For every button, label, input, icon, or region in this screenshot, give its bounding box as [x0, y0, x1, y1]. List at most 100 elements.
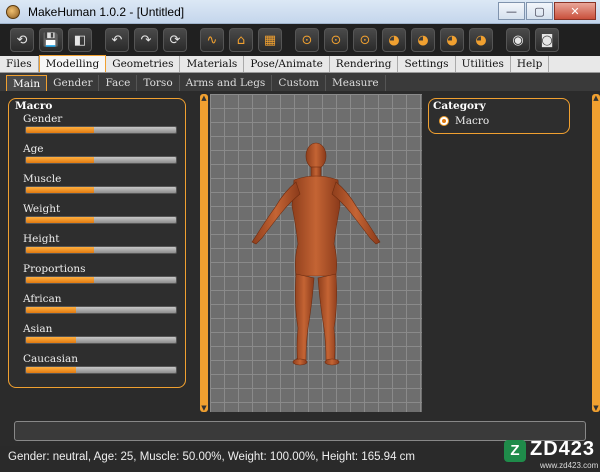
tab-settings[interactable]: Settings [398, 56, 456, 72]
category-label: Macro [455, 115, 490, 127]
tab-geometries[interactable]: Geometries [106, 56, 181, 72]
slider-muscle: Muscle [23, 173, 185, 203]
tab-pose-animate[interactable]: Pose/Animate [244, 56, 330, 72]
slider-track[interactable] [25, 126, 177, 134]
grid-icon: ◉ [512, 32, 524, 48]
subtab-face[interactable]: Face [99, 75, 138, 91]
category-panel: Category Macro [428, 98, 570, 134]
reset-button[interactable]: ⟳ [163, 28, 187, 52]
slider-label: Weight [23, 203, 61, 215]
save-icon: 💾 [42, 32, 60, 48]
slider-fill [26, 277, 94, 283]
close-button[interactable]: ✕ [554, 2, 596, 20]
reset-camera-icon: ◕ [475, 32, 487, 48]
slider-label: Age [23, 143, 44, 155]
slider-fill [26, 187, 94, 193]
minimize-button[interactable]: — [498, 2, 525, 20]
tab-files[interactable]: Files [0, 56, 39, 72]
subtab-custom[interactable]: Custom [272, 75, 327, 91]
status-text: Gender: neutral, Age: 25, Muscle: 50.00%… [8, 451, 416, 463]
tab-materials[interactable]: Materials [180, 56, 245, 72]
background-icon: ▦ [263, 32, 277, 48]
slider-label: Caucasian [23, 353, 78, 365]
smooth-button[interactable]: ∿ [200, 28, 224, 52]
macro-panel-title: Macro [15, 100, 53, 112]
back-view-icon: ⊙ [330, 32, 342, 48]
bottom-view-icon: ◕ [446, 32, 458, 48]
maximize-button[interactable]: ▢ [526, 2, 553, 20]
undo-icon: ↶ [111, 32, 123, 48]
left-scrollbar[interactable]: ▲ ▼ [200, 94, 208, 412]
category-title: Category [433, 100, 486, 112]
redo-icon: ↷ [140, 32, 152, 48]
reset-camera-button[interactable]: ◕ [469, 28, 493, 52]
right-view-icon: ◕ [388, 32, 400, 48]
background-button[interactable]: ▦ [258, 28, 282, 52]
slider-african: African [23, 293, 185, 323]
watermark-url: www.zd423.com [540, 461, 599, 470]
slider-fill [26, 307, 76, 313]
scroll-down-icon[interactable]: ▼ [592, 404, 600, 412]
human-model[interactable] [210, 94, 422, 412]
macro-panel: Macro Gender Age Muscle Weight Height Proport… [8, 98, 186, 388]
scroll-down-icon[interactable]: ▼ [200, 404, 208, 412]
subtab-gender[interactable]: Gender [47, 75, 100, 91]
slider-track[interactable] [25, 216, 177, 224]
grid-button[interactable]: ◉ [506, 28, 530, 52]
tab-rendering[interactable]: Rendering [330, 56, 399, 72]
category-radio-macro[interactable]: Macro [439, 115, 489, 127]
tab-modelling[interactable]: Modelling [38, 55, 107, 72]
slider-label: Height [23, 233, 60, 245]
top-view-icon: ◕ [417, 32, 429, 48]
slider-label: African [23, 293, 62, 305]
slider-label: Muscle [23, 173, 62, 185]
watermark-text: ZD423 [530, 438, 596, 460]
save-button[interactable]: 💾 [39, 28, 63, 52]
sub-tabs: Main Gender Face Torso Arms and Legs Custom Me… [0, 73, 600, 91]
slider-caucasian: Caucasian [23, 353, 185, 383]
slider-track[interactable] [25, 366, 177, 374]
subtab-measure[interactable]: Measure [326, 75, 386, 91]
subtab-main[interactable]: Main [6, 75, 48, 91]
top-view-button[interactable]: ◕ [411, 28, 435, 52]
scroll-up-icon[interactable]: ▲ [592, 94, 600, 102]
left-view-button[interactable]: ⊙ [353, 28, 377, 52]
undo-all-icon: ⟲ [16, 32, 28, 48]
wireframe-button[interactable]: ⌂ [229, 28, 253, 52]
slider-track[interactable] [25, 336, 177, 344]
load-button[interactable]: ◧ [68, 28, 92, 52]
slider-track[interactable] [25, 306, 177, 314]
right-view-button[interactable]: ◕ [382, 28, 406, 52]
slider-track[interactable] [25, 246, 177, 254]
slider-fill [26, 127, 94, 133]
tab-utilities[interactable]: Utilities [456, 56, 511, 72]
slider-gender: Gender [23, 113, 185, 143]
undo-button[interactable]: ↶ [105, 28, 129, 52]
slider-fill [26, 157, 94, 163]
back-view-button[interactable]: ⊙ [324, 28, 348, 52]
scroll-up-icon[interactable]: ▲ [200, 94, 208, 102]
front-view-button[interactable]: ⊙ [295, 28, 319, 52]
undo-all-button[interactable]: ⟲ [10, 28, 34, 52]
screenshot-icon: ◙ [540, 32, 554, 48]
subtab-arms-and-legs[interactable]: Arms and Legs [180, 75, 273, 91]
smooth-icon: ∿ [206, 32, 218, 48]
app-icon [6, 4, 20, 19]
slider-fill [26, 217, 94, 223]
slider-track[interactable] [25, 156, 177, 164]
slider-fill [26, 367, 76, 373]
tab-help[interactable]: Help [511, 56, 550, 72]
slider-track[interactable] [25, 276, 177, 284]
screenshot-button[interactable]: ◙ [535, 28, 559, 52]
3d-viewport[interactable] [210, 94, 422, 412]
radio-selected-icon[interactable] [439, 116, 449, 126]
right-scrollbar[interactable]: ▲ ▼ [592, 94, 600, 412]
subtab-torso[interactable]: Torso [137, 75, 180, 91]
slider-track[interactable] [25, 186, 177, 194]
bottom-view-button[interactable]: ◕ [440, 28, 464, 52]
redo-button[interactable]: ↷ [134, 28, 158, 52]
slider-age: Age [23, 143, 185, 173]
load-icon: ◧ [73, 32, 87, 48]
window-title: MakeHuman 1.0.2 - [Untitled] [28, 4, 185, 19]
slider-fill [26, 247, 94, 253]
